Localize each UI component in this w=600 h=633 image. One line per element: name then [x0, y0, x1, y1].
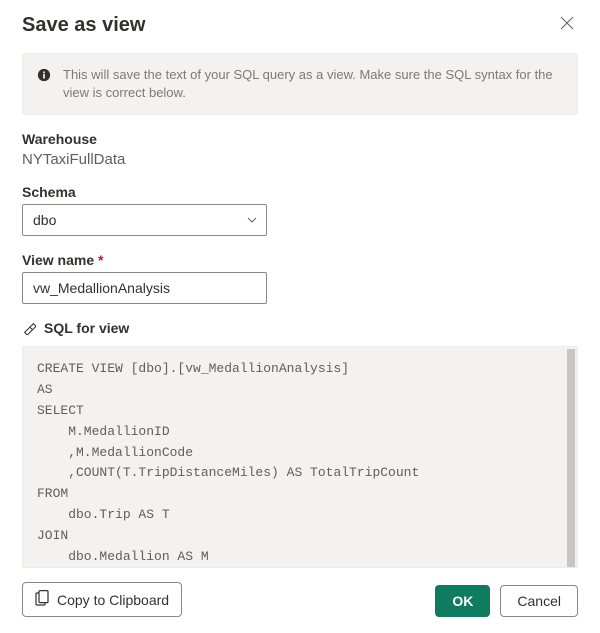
viewname-input[interactable]: [22, 272, 267, 304]
close-icon: [560, 17, 574, 34]
copy-icon: [35, 590, 49, 609]
viewname-label: View name *: [22, 252, 578, 268]
scrollbar[interactable]: [567, 349, 575, 567]
sql-code-area[interactable]: CREATE VIEW [dbo].[vw_MedallionAnalysis]…: [22, 346, 578, 568]
ok-button[interactable]: OK: [435, 585, 490, 617]
close-button[interactable]: [556, 12, 578, 39]
warehouse-value: NYTaxiFullData: [22, 151, 578, 168]
schema-label: Schema: [22, 184, 578, 200]
copy-to-clipboard-button[interactable]: Copy to Clipboard: [22, 582, 182, 617]
info-banner: This will save the text of your SQL quer…: [22, 53, 578, 115]
sql-code-text: CREATE VIEW [dbo].[vw_MedallionAnalysis]…: [37, 361, 419, 563]
required-asterisk: *: [98, 252, 103, 268]
sql-header: SQL for view: [22, 320, 578, 336]
cancel-button[interactable]: Cancel: [500, 585, 578, 617]
warehouse-label: Warehouse: [22, 131, 578, 147]
dialog-title: Save as view: [22, 14, 145, 37]
eraser-icon: [22, 321, 36, 335]
schema-select[interactable]: [22, 204, 267, 236]
sql-header-label: SQL for view: [44, 320, 129, 336]
info-text: This will save the text of your SQL quer…: [63, 66, 563, 102]
copy-button-label: Copy to Clipboard: [57, 592, 169, 608]
info-icon: [37, 68, 51, 82]
schema-select-value[interactable]: [22, 204, 267, 236]
